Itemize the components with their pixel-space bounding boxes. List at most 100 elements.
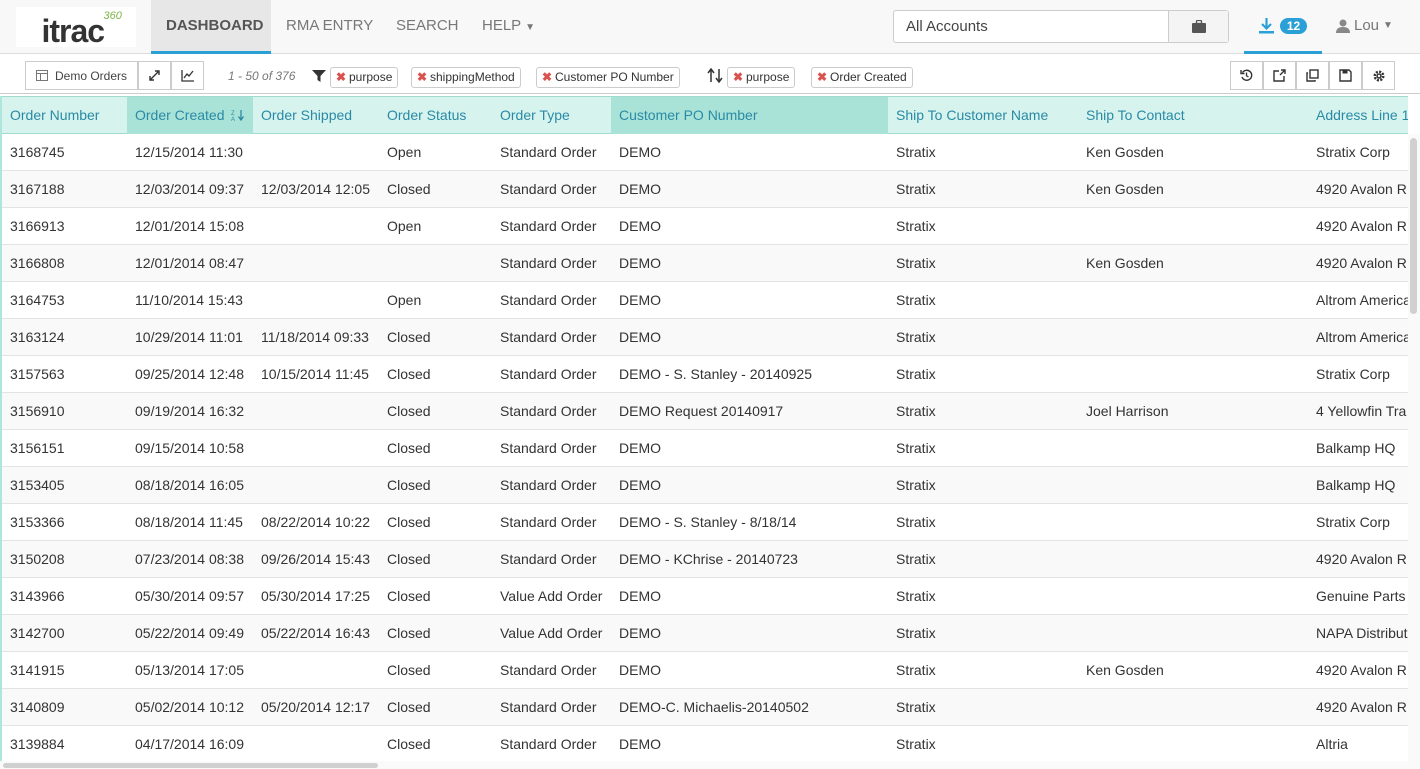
remove-icon[interactable]: ✖ — [542, 68, 552, 87]
cell-order-created: 09/19/2014 16:32 — [135, 403, 244, 419]
column-header-address-line-1[interactable]: Address Line 1 — [1308, 97, 1408, 134]
column-header-ship-to-contact[interactable]: Ship To Contact — [1078, 97, 1308, 134]
cell-address-line-1: 4920 Avalon R — [1316, 699, 1407, 715]
record-count: 1 - 50 of 376 — [228, 69, 296, 83]
table-row[interactable]: 3164753 11/10/2014 15:43 Open Standard Orde… — [2, 282, 1408, 319]
history-button[interactable] — [1230, 61, 1263, 90]
sort-desc-icon: Z A — [231, 110, 245, 123]
cell-customer-po: DEMO — [619, 662, 661, 678]
column-header-order-status[interactable]: Order Status — [379, 97, 492, 134]
cell-order-shipped — [253, 726, 379, 761]
cell-order-status: Closed — [387, 625, 431, 641]
table-row[interactable]: 3150208 07/23/2014 08:38 09/26/2014 15:43 C… — [2, 541, 1408, 578]
cell-address-line-1: Altrom America — [1316, 329, 1408, 345]
chart-button[interactable] — [171, 61, 204, 90]
nav-dashboard[interactable]: DASHBOARD — [151, 0, 271, 54]
table-row[interactable]: 3167188 12/03/2014 09:37 12/03/2014 12:05 C… — [2, 171, 1408, 208]
account-picker-button[interactable] — [1168, 11, 1228, 42]
caret-down-icon: ▼ — [1383, 20, 1393, 31]
cell-order-shipped: 08/22/2014 10:22 — [261, 514, 370, 530]
cell-order-shipped — [253, 430, 379, 467]
cell-order-shipped — [253, 245, 379, 282]
table-row[interactable]: 3140809 05/02/2014 10:12 05/20/2014 12:17 C… — [2, 689, 1408, 726]
cell-address-line-1: 4920 Avalon R — [1316, 218, 1407, 234]
filter-chip-purpose[interactable]: ✖ purpose — [330, 67, 399, 88]
cell-order-number: 3156910 — [10, 403, 65, 419]
table-row[interactable]: 3143966 05/30/2014 09:57 05/30/2014 17:25 C… — [2, 578, 1408, 615]
cell-customer-po: DEMO — [619, 440, 661, 456]
cell-ship-to-contact — [1078, 319, 1308, 356]
table-row[interactable]: 3163124 10/29/2014 11:01 11/18/2014 09:33 C… — [2, 319, 1408, 356]
save-button[interactable] — [1329, 61, 1362, 90]
filter-chip-customer-po[interactable]: ✖ Customer PO Number — [536, 67, 680, 88]
sort-chip-purpose[interactable]: ✖ purpose — [727, 67, 796, 88]
remove-icon[interactable]: ✖ — [336, 68, 346, 87]
logo[interactable]: itrac 360 — [0, 0, 151, 54]
column-header-order-shipped[interactable]: Order Shipped — [253, 97, 379, 134]
cell-order-type: Standard Order — [500, 218, 597, 234]
remove-icon[interactable]: ✖ — [733, 68, 743, 87]
settings-button[interactable] — [1362, 61, 1395, 90]
cell-order-created: 04/17/2014 16:09 — [135, 736, 244, 752]
table-row[interactable]: 3156151 09/15/2014 10:58 Closed Standard Or… — [2, 430, 1408, 467]
sort-chip-order-created[interactable]: ✖ Order Created — [811, 67, 913, 88]
cell-address-line-1: NAPA Distribut — [1316, 625, 1408, 641]
table-row[interactable]: 3141915 05/13/2014 17:05 Closed Standard Or… — [2, 652, 1408, 689]
table-row[interactable]: 3153366 08/18/2014 11:45 08/22/2014 10:22 C… — [2, 504, 1408, 541]
cell-order-status: Closed — [387, 329, 431, 345]
cell-order-created: 05/22/2014 09:49 — [135, 625, 244, 641]
copy-button[interactable] — [1296, 61, 1329, 90]
column-header-order-number[interactable]: Order Number — [2, 97, 127, 134]
filter-chip-label: shippingMethod — [430, 70, 515, 84]
table-row[interactable]: 3156910 09/19/2014 16:32 Closed Standard Or… — [2, 393, 1408, 430]
user-icon — [1336, 19, 1350, 33]
cell-order-shipped — [253, 467, 379, 504]
nav-rma-entry[interactable]: RMA ENTRY — [271, 0, 388, 54]
filter-chip-shipping-method[interactable]: ✖ shippingMethod — [411, 67, 521, 88]
table-row[interactable]: 3153405 08/18/2014 16:05 Closed Standard Or… — [2, 467, 1408, 504]
export-button[interactable] — [1263, 61, 1296, 90]
expand-button[interactable] — [138, 61, 171, 90]
cell-order-shipped: 05/30/2014 17:25 — [261, 588, 370, 604]
cell-ship-to-contact — [1078, 467, 1308, 504]
cell-address-line-1: Altria — [1316, 736, 1348, 752]
cell-address-line-1: 4 Yellowfin Tra — [1316, 403, 1407, 419]
filter-chip-label: Customer PO Number — [555, 70, 674, 84]
remove-icon[interactable]: ✖ — [417, 68, 427, 87]
column-header-customer-po[interactable]: Customer PO Number — [611, 97, 888, 134]
table-row[interactable]: 3157563 09/25/2014 12:48 10/15/2014 11:45 C… — [2, 356, 1408, 393]
nav-help[interactable]: HELP ▼ — [467, 0, 550, 54]
cell-customer-po: DEMO — [619, 588, 661, 604]
horizontal-scroll-thumb[interactable] — [3, 763, 378, 768]
view-name: Demo Orders — [54, 68, 128, 83]
cell-ship-to-customer: Stratix — [896, 144, 936, 160]
cell-order-number: 3140809 — [10, 699, 65, 715]
column-header-ship-to-customer[interactable]: Ship To Customer Name — [888, 97, 1078, 134]
column-header-order-created[interactable]: Order Created Z A — [127, 97, 253, 134]
cell-order-status: Closed — [387, 699, 431, 715]
vertical-scroll-thumb[interactable] — [1410, 138, 1417, 314]
cell-order-number: 3164753 — [10, 292, 65, 308]
table-row[interactable]: 3139884 04/17/2014 16:09 Closed Standard Or… — [2, 726, 1408, 761]
cell-customer-po: DEMO - KChrise - 20140723 — [619, 551, 798, 567]
nav-search[interactable]: SEARCH — [381, 0, 474, 54]
cell-order-type: Standard Order — [500, 403, 597, 419]
cell-order-shipped — [253, 393, 379, 430]
cell-order-number: 3166808 — [10, 255, 65, 271]
table-row[interactable]: 3166913 12/01/2014 15:08 Open Standard Orde… — [2, 208, 1408, 245]
downloads-button[interactable]: 12 — [1244, 0, 1322, 54]
user-name: Lou — [1354, 17, 1380, 34]
table-row[interactable]: 3142700 05/22/2014 09:49 05/22/2014 16:43 C… — [2, 615, 1408, 652]
cell-ship-to-contact: Ken Gosden — [1086, 144, 1164, 160]
logo-suffix: 360 — [103, 10, 122, 22]
table-row[interactable]: 3166808 12/01/2014 08:47 Standard Order DEM… — [2, 245, 1408, 282]
column-header-order-type[interactable]: Order Type — [492, 97, 611, 134]
cell-customer-po: DEMO — [619, 477, 661, 493]
user-menu[interactable]: Lou ▼ — [1336, 17, 1393, 34]
cell-order-status: Closed — [387, 440, 431, 456]
table-row[interactable]: 3168745 12/15/2014 11:30 Open Standard Orde… — [2, 134, 1408, 171]
remove-icon[interactable]: ✖ — [817, 68, 827, 87]
view-selector-button[interactable]: Demo Orders — [25, 61, 138, 90]
cell-order-number: 3141915 — [10, 662, 65, 678]
account-input[interactable] — [894, 11, 1169, 42]
